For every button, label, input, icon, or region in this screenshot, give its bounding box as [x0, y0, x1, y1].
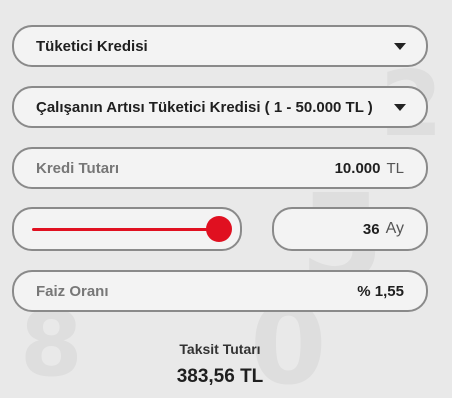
interest-rate-value: % 1,55: [357, 282, 404, 300]
slider-track[interactable]: [32, 216, 232, 242]
loan-amount-value-wrap: 10.000 TL: [335, 160, 404, 177]
chevron-down-icon: [394, 42, 406, 50]
installment-label: Taksit Tutarı: [179, 341, 261, 357]
installment-value: 383,56 TL: [176, 366, 264, 387]
term-unit: Ay: [385, 220, 404, 237]
loan-product-select[interactable]: Çalışanın Artısı Tüketici Kredisi ( 1 - …: [12, 86, 428, 128]
loan-amount-field[interactable]: Kredi Tutarı 10.000 TL: [12, 147, 428, 189]
loan-amount-unit: TL: [386, 159, 404, 177]
slider-thumb[interactable]: [206, 216, 232, 242]
chevron-down-icon: [394, 103, 406, 111]
interest-rate-field: Faiz Oranı % 1,55: [12, 270, 428, 312]
loan-type-select[interactable]: Tüketici Kredisi: [12, 25, 428, 67]
term-slider[interactable]: [12, 207, 242, 251]
loan-amount-value: 10.000: [334, 159, 381, 177]
loan-amount-placeholder: Kredi Tutarı: [36, 159, 120, 177]
term-field[interactable]: 36 Ay: [272, 207, 428, 251]
interest-rate-label: Faiz Oranı: [36, 282, 109, 300]
loan-product-value: Çalışanın Artısı Tüketici Kredisi ( 1 - …: [36, 98, 373, 116]
loan-type-value: Tüketici Kredisi: [36, 37, 148, 55]
term-value: 36: [362, 220, 380, 238]
